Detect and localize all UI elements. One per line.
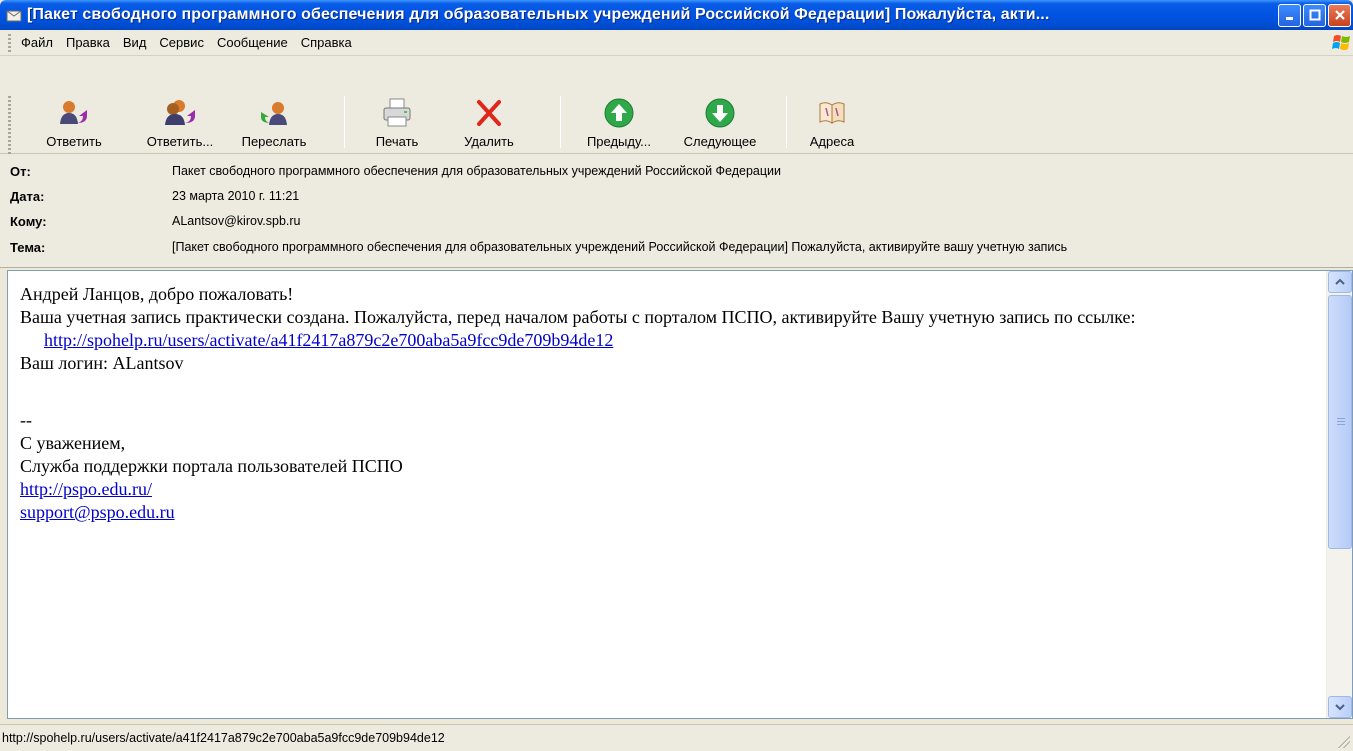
menu-edit[interactable]: Правка [66,35,110,50]
reply-icon [60,101,87,124]
from-label: От: [10,163,31,179]
scroll-thumb[interactable] [1328,295,1352,549]
menu-bar: Файл Правка Вид Сервис Сообщение Справка [0,30,1353,56]
forward-button[interactable]: Переслать [236,96,312,152]
site-link[interactable]: http://pspo.edu.ru/ [20,479,152,499]
menu-message[interactable]: Сообщение [217,35,288,50]
previous-label: Предыду... [586,134,652,149]
activation-link[interactable]: http://spohelp.ru/users/activate/a41f241… [44,330,613,350]
print-label: Печать [375,134,419,149]
to-label: Кому: [10,213,47,229]
next-button[interactable]: Следующее [670,96,770,152]
menu-file[interactable]: Файл [21,35,53,50]
previous-icon [604,98,634,128]
maximize-button[interactable] [1303,3,1326,27]
chevron-up-icon [1335,278,1345,285]
login-text: Ваш логин: ALantsov [20,353,184,373]
menu-view[interactable]: Вид [123,35,147,50]
reply-label: Ответить [46,134,102,149]
chevron-down-icon [1335,704,1345,711]
minimize-icon [1285,17,1293,20]
signature-separator: -- [20,410,32,430]
delete-icon [477,100,501,126]
message-headers: От: Пакет свободного программного обеспе… [0,154,1353,268]
menu-grip[interactable] [8,33,11,52]
greeting-text: Андрей Ланцов, добро пожаловать! [20,284,294,304]
vertical-scrollbar[interactable] [1326,271,1352,718]
delete-label: Удалить [464,134,514,149]
delete-button[interactable]: Удалить [452,96,526,152]
reply-all-label: Ответить... [146,134,214,149]
close-icon [1334,10,1345,20]
address-book-label: Адреса [809,134,855,149]
envelope-icon [6,10,22,22]
previous-button[interactable]: Предыду... [572,96,666,152]
toolbar-separator [786,96,787,148]
from-value: Пакет свободного программного обеспечени… [172,164,781,178]
email-link[interactable]: support@pspo.edu.ru [20,502,175,522]
status-text: http://spohelp.ru/users/activate/a41f241… [2,731,445,745]
windows-logo-icon [1332,35,1350,50]
thumb-grip [1337,418,1345,427]
header-date-row: Дата: 23 марта 2010 г. 11:21 [0,185,1353,207]
date-value: 23 марта 2010 г. 11:21 [172,189,300,203]
status-bar: http://spohelp.ru/users/activate/a41f241… [0,724,1353,751]
team-text: Служба поддержки портала пользователей П… [20,456,403,476]
menu-help[interactable]: Справка [301,35,352,50]
toolbar-separator [560,96,561,148]
to-value: ALantsov@kirov.spb.ru [172,214,301,228]
message-body[interactable]: Андрей Ланцов, добро пожаловать! Ваша уч… [7,270,1353,719]
next-icon [705,98,735,128]
date-label: Дата: [10,188,45,204]
header-from-row: От: Пакет свободного программного обеспе… [0,160,1353,182]
toolbar: Ответить Ответить... Переслать Печать Уд… [0,56,1353,156]
subject-label: Тема: [10,239,46,255]
scroll-up-button[interactable] [1328,271,1352,293]
forward-label: Переслать [241,134,307,149]
menu-tools[interactable]: Сервис [159,35,204,50]
address-book-icon [819,102,845,124]
scroll-down-button[interactable] [1328,696,1352,718]
forward-icon [261,102,287,125]
next-label: Следующее [683,134,757,149]
reply-all-button[interactable]: Ответить... [134,96,226,152]
print-icon [383,98,411,127]
toolbar-grip[interactable] [8,96,11,156]
close-button[interactable] [1328,3,1351,27]
window-title: [Пакет свободного программного обеспечен… [27,6,1050,23]
address-book-button[interactable]: Адреса [800,96,864,152]
regards-text: С уважением, [20,433,126,453]
resize-grip-icon[interactable] [1338,736,1350,748]
reply-all-icon [165,100,195,125]
title-bar[interactable]: [Пакет свободного программного обеспечен… [0,0,1353,30]
header-to-row: Кому: ALantsov@kirov.spb.ru [0,210,1353,232]
header-subject-row: Тема: [Пакет свободного программного обе… [0,236,1353,258]
maximize-icon [1309,9,1320,21]
message-content: Андрей Ланцов, добро пожаловать! Ваша уч… [8,271,1326,718]
subject-value: [Пакет свободного программного обеспечен… [172,240,1068,254]
toolbar-separator [344,96,345,148]
minimize-button[interactable] [1278,3,1301,27]
intro-text: Ваша учетная запись практически создана.… [20,307,1136,327]
print-button[interactable]: Печать [365,96,429,152]
reply-button[interactable]: Ответить [40,96,108,152]
